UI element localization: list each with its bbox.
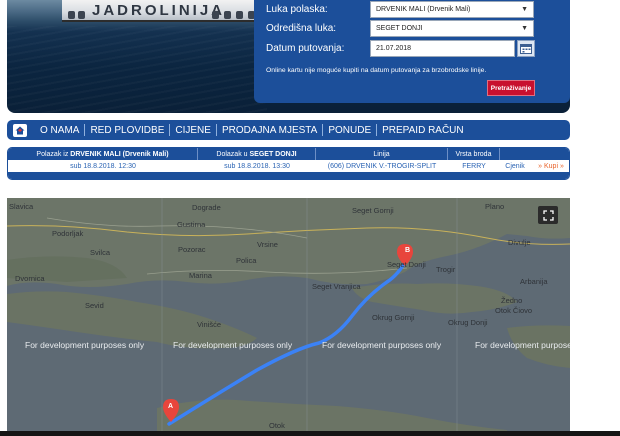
table-footer [8, 172, 569, 179]
ferry-image: JADROLINIJA [62, 0, 277, 22]
nav-item-ponude[interactable]: PONUDE [323, 125, 376, 136]
fullscreen-button[interactable] [538, 206, 558, 224]
map-label: Seget Vranjica [312, 282, 361, 291]
dev-watermark: For development purposes only [322, 340, 442, 350]
route-map[interactable]: B A Slavica Dograde Seget Gornji Plano P… [7, 198, 570, 436]
header-arrival-port: SEGET DONJI [249, 150, 297, 158]
map-label: Slavica [9, 202, 34, 211]
calendar-button[interactable] [517, 40, 535, 57]
map-label: Seget Donji [387, 260, 426, 269]
map-label: Dvornica [15, 274, 45, 283]
ship-name: JADROLINIJA [92, 2, 226, 19]
fullscreen-icon [542, 209, 554, 221]
row-line: (606) DRVENIK V.-TROGIR-SPLIT [327, 162, 437, 170]
date-row: Datum putovanja: [266, 40, 371, 57]
table-row: sub 18.8.2018. 12:30 sub 18.8.2018. 13:3… [8, 160, 569, 172]
map-label: Vinišće [197, 320, 222, 329]
date-label: Datum putovanja: [266, 43, 345, 54]
marker-b-label: B [405, 247, 411, 254]
header-arrival: Dolazak u SEGET DONJI [198, 148, 316, 160]
map-label: Okrug Donji [448, 318, 488, 327]
home-icon [15, 126, 25, 134]
nav-item-cijene[interactable]: CIJENE [170, 125, 216, 136]
destination-value: SEGET DONJI [376, 25, 423, 32]
dev-watermark: For development purposes only [475, 340, 570, 350]
destination-select[interactable]: SEGET DONJI ▼ [370, 20, 534, 37]
map-label: Okrug Gornji [372, 313, 415, 322]
destination-row: Odredišna luka: [266, 20, 371, 37]
map-canvas [7, 198, 570, 436]
main-nav: O NAMA RED PLOVIDBE CIJENE PRODAJNA MJES… [7, 120, 570, 140]
nav-item-prepaid-racun[interactable]: PREPAID RAČUN [377, 125, 469, 136]
map-label: Divulje [508, 238, 531, 247]
results-table: Polazak iz DRVENIK MALI (Drvenik Mali) D… [7, 147, 570, 180]
date-input[interactable]: 21.07.2018 [370, 40, 515, 57]
map-label: Sevid [85, 301, 104, 310]
marker-a-label: A [168, 403, 174, 410]
map-label: Polica [236, 256, 257, 265]
header-actions [500, 148, 569, 160]
map-label: Podorljak [52, 229, 84, 238]
map-label: Trogir [436, 265, 456, 274]
map-label: Otok [269, 421, 285, 430]
departure-label: Luka polaska: [266, 4, 328, 15]
row-arrival: sub 18.8.2018. 13:30 [224, 162, 290, 170]
buy-link[interactable]: » Kupi » [532, 160, 569, 172]
map-label: Otok Čiovo [495, 306, 533, 315]
map-label: Vrsine [257, 240, 278, 249]
map-label: Pozorac [178, 245, 206, 254]
chevron-down-icon: ▼ [521, 6, 528, 13]
dev-watermark: For development purposes only [173, 340, 293, 350]
calendar-icon [520, 44, 532, 54]
booking-note: Online kartu nije moguće kupiti na datum… [266, 67, 487, 74]
map-label: Plano [485, 202, 505, 211]
row-departure: sub 18.8.2018. 12:30 [70, 162, 136, 170]
map-label: Gustirna [177, 220, 206, 229]
header-departure: Polazak iz DRVENIK MALI (Drvenik Mali) [8, 148, 198, 160]
header-departure-port: DRVENIK MALI (Drvenik Mali) [70, 150, 169, 158]
header-vessel: Vrsta broda [448, 148, 500, 160]
taskbar-strip [0, 431, 620, 436]
map-label: Arbanija [520, 277, 548, 286]
table-header: Polazak iz DRVENIK MALI (Drvenik Mali) D… [8, 148, 569, 160]
map-label: Marina [189, 271, 212, 280]
nav-item-o-nama[interactable]: O NAMA [35, 125, 84, 136]
chevron-down-icon: ▼ [521, 25, 528, 32]
departure-row: Luka polaska: [266, 1, 371, 18]
departure-value: DRVENIK MALI (Drvenik Mali) [376, 6, 471, 13]
map-label: Dograde [192, 203, 221, 212]
map-label: Žedno [501, 296, 523, 305]
header-line: Linija [316, 148, 448, 160]
dev-watermark: For development purposes only [25, 340, 145, 350]
destination-label: Odredišna luka: [266, 23, 337, 34]
map-label: Svilca [90, 248, 111, 257]
map-label: Seget Gornji [352, 206, 394, 215]
date-value: 21.07.2018 [376, 45, 412, 52]
sea-texture [7, 26, 267, 113]
price-list-link[interactable]: Cjenik [500, 160, 530, 172]
row-vessel: FERRY [462, 162, 486, 170]
home-button[interactable] [13, 123, 27, 137]
nav-item-red-plovidbe[interactable]: RED PLOVIDBE [85, 125, 169, 136]
search-button[interactable]: Pretraživanje [487, 80, 535, 96]
nav-item-prodajna-mjesta[interactable]: PRODAJNA MJESTA [217, 125, 322, 136]
departure-select[interactable]: DRVENIK MALI (Drvenik Mali) ▼ [370, 1, 534, 18]
